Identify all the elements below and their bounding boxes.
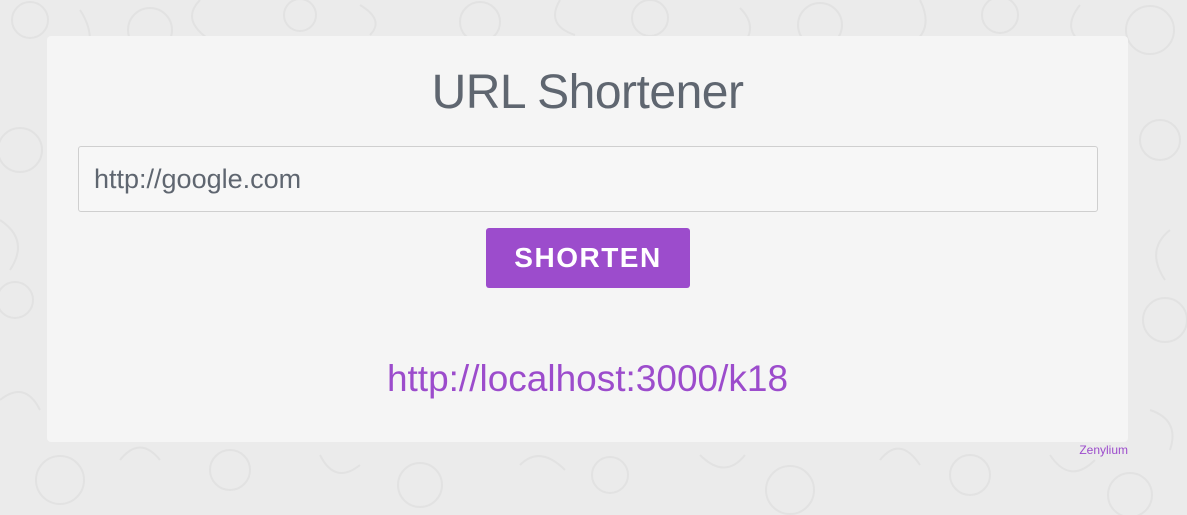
url-input[interactable] [78,146,1098,212]
shorten-button[interactable]: SHORTEN [486,228,690,288]
credit-link[interactable]: Zenylium [1079,443,1128,457]
shortener-card: URL Shortener SHORTEN http://localhost:3… [47,36,1128,442]
short-url-link[interactable]: http://localhost:3000/k18 [47,354,1128,404]
page-title: URL Shortener [431,66,744,119]
